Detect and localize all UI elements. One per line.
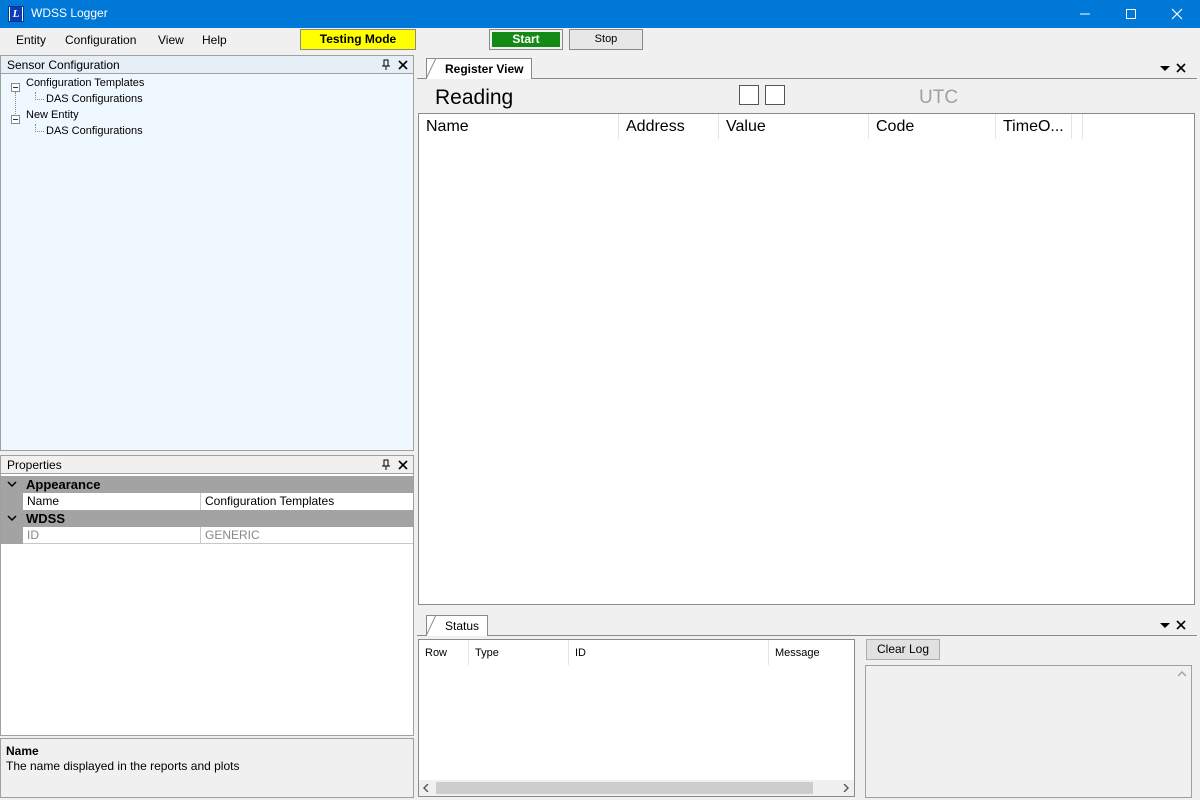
column-header-message[interactable]: Message [769,640,854,665]
status-pane: Status Row Type ID Message Clear Log [417,612,1197,798]
tree-connector [35,131,44,132]
pin-icon[interactable] [381,459,391,471]
property-value-input[interactable]: Configuration Templates [200,493,413,510]
dropdown-arrow-icon[interactable] [1160,623,1170,629]
utc-label: UTC [919,87,959,108]
column-header-address[interactable]: Address [619,114,719,139]
log-text-area[interactable] [865,665,1192,798]
vertical-scrollbar[interactable] [1174,666,1191,797]
sensor-pane-header: Sensor Configuration [1,56,413,74]
column-header-name[interactable]: Name [419,114,619,139]
minimize-button[interactable] [1062,0,1108,28]
column-header-spacer [1072,114,1083,139]
tab-strip-line [417,78,1197,79]
tree-item-new-entity[interactable]: New Entity [26,109,79,122]
property-name: ID [27,528,39,542]
menu-view[interactable]: View [158,33,184,47]
tree-item-das-configurations[interactable]: DAS Configurations [46,93,143,106]
stop-button[interactable]: Stop [569,29,643,50]
description-text: The name displayed in the reports and pl… [6,759,240,773]
maximize-icon [1126,9,1136,19]
close-pane-icon[interactable] [398,60,408,70]
app-logo-icon: L [8,6,24,22]
menu-help[interactable]: Help [202,33,227,47]
minimize-icon [1080,13,1090,15]
column-header-value[interactable]: Value [719,114,869,139]
properties-pane-header: Properties [1,456,413,474]
properties-pane-title: Properties [7,458,62,472]
row-gutter [1,493,23,510]
property-category-wdss[interactable]: WDSS [1,510,413,527]
close-tab-icon[interactable] [1176,63,1186,73]
tree-item-configuration-templates[interactable]: Configuration Templates [26,77,144,90]
maximize-button[interactable] [1108,0,1154,28]
status-grid[interactable]: Row Type ID Message [418,639,855,797]
column-header-type[interactable]: Type [469,640,569,665]
property-description-pane: Name The name displayed in the reports a… [0,738,414,798]
indicator-box [765,85,785,105]
window-title: WDSS Logger [31,6,108,20]
collapse-toggle-icon[interactable] [11,83,20,92]
reading-label: Reading [435,86,514,109]
tab-register-view[interactable]: Register View [426,58,533,79]
tree-connector [35,99,44,100]
scroll-right-icon[interactable] [843,784,849,792]
column-header-time[interactable]: TimeO... [996,114,1072,139]
tab-label: Status [445,619,480,633]
property-row-id[interactable]: ID GENERIC [1,527,413,544]
tab-status[interactable]: Status [426,615,489,636]
properties-pane: Properties Appearance Name Configuration… [0,455,414,736]
property-row-name[interactable]: Name Configuration Templates [1,493,413,510]
register-grid[interactable]: Name Address Value Code TimeO... [418,113,1195,605]
chevron-down-icon [7,481,17,488]
property-category-appearance[interactable]: Appearance [1,476,413,493]
tab-strip-line [417,635,1197,636]
dropdown-arrow-icon[interactable] [1160,66,1170,72]
scroll-up-icon[interactable] [1178,671,1186,677]
close-pane-icon[interactable] [398,460,408,470]
indicator-box [739,85,759,105]
collapse-toggle-icon[interactable] [11,115,20,124]
menu-entity[interactable]: Entity [16,33,46,47]
tree-connector [15,92,16,116]
close-window-button[interactable] [1154,0,1200,28]
sensor-pane-title: Sensor Configuration [7,58,120,72]
pin-icon[interactable] [381,59,391,71]
tab-slant-icon [426,615,436,636]
chevron-down-icon [7,515,17,522]
horizontal-scrollbar[interactable] [419,780,854,796]
column-header-code[interactable]: Code [869,114,996,139]
scroll-left-icon[interactable] [423,784,429,792]
clear-log-button[interactable]: Clear Log [866,639,940,660]
title-bar: L WDSS Logger [0,0,1200,28]
sensor-configuration-pane: Sensor Configuration Configuration Templ… [0,55,414,451]
category-label: WDSS [26,511,65,526]
category-label: Appearance [26,477,101,492]
property-name: Name [27,494,60,508]
property-value[interactable]: GENERIC [200,527,413,544]
tab-label: Register View [445,62,524,76]
scrollbar-thumb[interactable] [436,782,813,794]
start-button[interactable]: Start [489,29,563,50]
menu-configuration[interactable]: Configuration [65,33,136,47]
column-header-id[interactable]: ID [569,640,769,665]
tree-item-das-configurations[interactable]: DAS Configurations [46,125,143,138]
testing-mode-indicator[interactable]: Testing Mode [300,29,416,50]
tab-slant-icon [426,58,436,79]
description-title: Name [6,744,39,758]
close-tab-icon[interactable] [1176,620,1186,630]
close-icon [1171,8,1183,20]
row-gutter [1,527,23,544]
start-button-label: Start [492,32,560,47]
register-view-pane: Register View Reading UTC Name Address V… [417,55,1197,607]
column-header-row[interactable]: Row [419,640,469,665]
